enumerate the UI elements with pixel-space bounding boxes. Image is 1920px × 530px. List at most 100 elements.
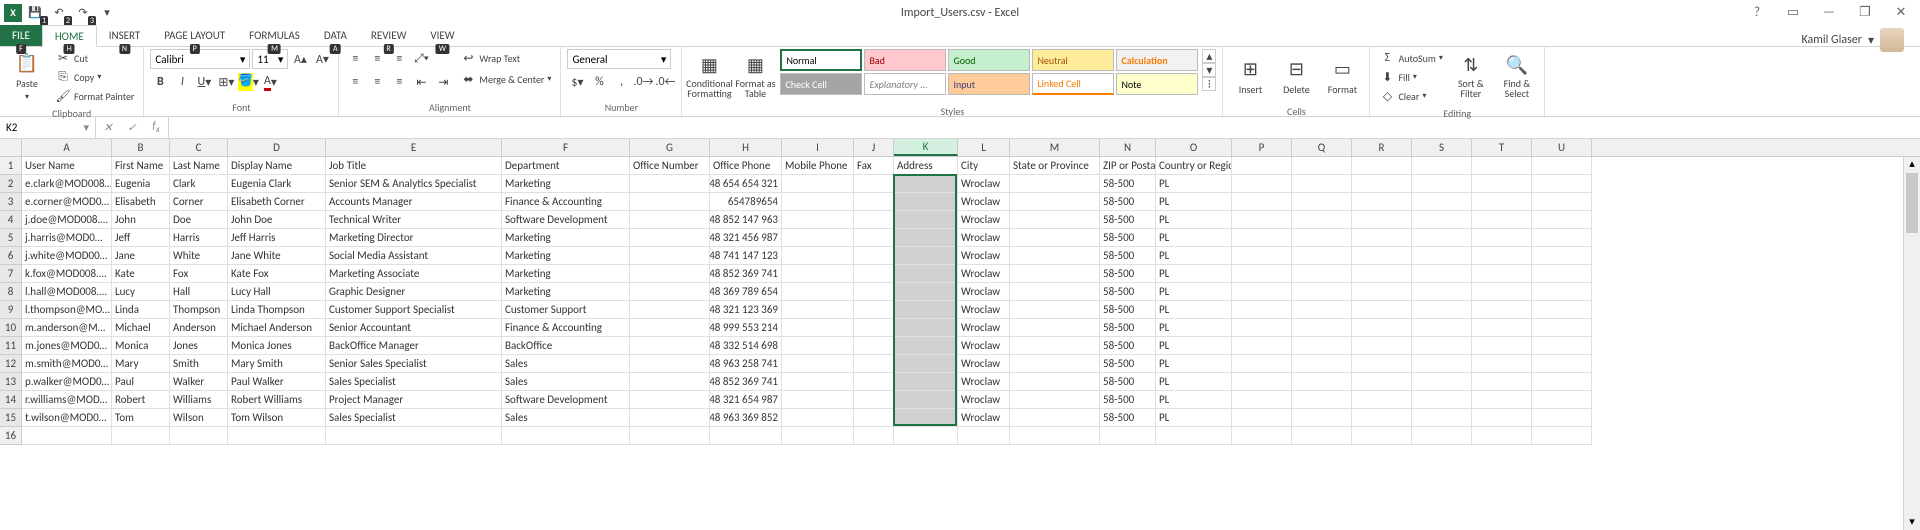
style-input[interactable]: Input [948, 73, 1030, 95]
cell[interactable]: Tom Wilson [228, 409, 326, 427]
cell[interactable] [1232, 427, 1292, 445]
cell[interactable] [1292, 337, 1352, 355]
conditional-formatting-button[interactable]: ▦Conditional Formatting [688, 49, 730, 103]
cell[interactable] [854, 355, 894, 373]
cell[interactable] [1472, 409, 1532, 427]
cell[interactable] [894, 247, 958, 265]
cell[interactable] [1472, 337, 1532, 355]
fill-color-button[interactable]: 🪣▾ [238, 72, 258, 92]
cell[interactable] [1232, 193, 1292, 211]
cell[interactable] [854, 283, 894, 301]
style-good[interactable]: Good [948, 49, 1030, 71]
cell[interactable]: Lucy Hall [228, 283, 326, 301]
cell[interactable]: Harris [170, 229, 228, 247]
cell[interactable] [1352, 211, 1412, 229]
cell[interactable] [1232, 319, 1292, 337]
style-bad[interactable]: Bad [864, 49, 946, 71]
format-painter-button[interactable]: 🖌Format Painter [52, 87, 137, 105]
cell[interactable]: 48 852 147 963 [710, 211, 782, 229]
cell[interactable]: PL [1156, 193, 1232, 211]
cell[interactable]: Wilson [170, 409, 228, 427]
style-linked-cell[interactable]: Linked Cell [1032, 73, 1114, 95]
cell[interactable] [1010, 373, 1100, 391]
cell[interactable] [1010, 337, 1100, 355]
cell[interactable] [630, 211, 710, 229]
cell[interactable] [1352, 229, 1412, 247]
cell[interactable] [1532, 175, 1592, 193]
cell[interactable]: Wroclaw [958, 247, 1010, 265]
cell[interactable]: 48 963 258 741 [710, 355, 782, 373]
cell[interactable] [1532, 301, 1592, 319]
cell[interactable] [1412, 247, 1472, 265]
fx-button[interactable]: fx [144, 117, 168, 138]
cell[interactable]: 58-500 [1100, 193, 1156, 211]
cell[interactable] [782, 391, 854, 409]
cell[interactable] [1156, 427, 1232, 445]
cell[interactable]: 58-500 [1100, 247, 1156, 265]
cell[interactable] [1532, 265, 1592, 283]
cell[interactable]: Office Number [630, 157, 710, 175]
cell[interactable] [630, 409, 710, 427]
cell[interactable] [170, 427, 228, 445]
cell[interactable] [1292, 391, 1352, 409]
tab-home[interactable]: HOMEH [42, 25, 97, 47]
cell[interactable] [1352, 265, 1412, 283]
cell[interactable]: Tom [112, 409, 170, 427]
column-header-M[interactable]: M [1010, 139, 1100, 156]
find-select-button[interactable]: 🔍Find & Select [1496, 49, 1538, 103]
cell[interactable] [854, 409, 894, 427]
cell[interactable] [1232, 373, 1292, 391]
cell[interactable]: Mary Smith [228, 355, 326, 373]
column-header-A[interactable]: A [22, 139, 112, 156]
cell[interactable]: 58-500 [1100, 265, 1156, 283]
cell[interactable]: Wroclaw [958, 373, 1010, 391]
copy-button[interactable]: ⎘Copy▾ [52, 68, 137, 86]
row-header-14[interactable]: 14 [0, 391, 21, 409]
cell[interactable]: Linda Thompson [228, 301, 326, 319]
cell[interactable] [1472, 211, 1532, 229]
cell[interactable] [1010, 211, 1100, 229]
align-left-button[interactable]: ≡ [345, 72, 365, 92]
wrap-text-button[interactable]: ↩Wrap Text [457, 49, 554, 67]
cell[interactable] [1232, 337, 1292, 355]
cell[interactable] [854, 337, 894, 355]
cell[interactable] [710, 427, 782, 445]
cell[interactable]: e.clark@MOD008… [22, 175, 112, 193]
cell[interactable]: Kate [112, 265, 170, 283]
column-header-K[interactable]: K [894, 139, 958, 156]
cell[interactable] [1412, 211, 1472, 229]
cell[interactable]: State or Province [1010, 157, 1100, 175]
cell[interactable]: 58-500 [1100, 175, 1156, 193]
cell[interactable] [1232, 301, 1292, 319]
cell[interactable] [782, 427, 854, 445]
merge-center-button[interactable]: ⬌Merge & Center▾ [457, 70, 554, 88]
cell[interactable] [894, 229, 958, 247]
cell[interactable]: Monica [112, 337, 170, 355]
cell[interactable] [1232, 175, 1292, 193]
cell[interactable] [1010, 265, 1100, 283]
cell[interactable]: Jane [112, 247, 170, 265]
cell[interactable] [1472, 193, 1532, 211]
style-check-cell[interactable]: Check Cell [780, 73, 862, 95]
row-header-8[interactable]: 8 [0, 283, 21, 301]
cell[interactable]: Wroclaw [958, 283, 1010, 301]
column-header-T[interactable]: T [1472, 139, 1532, 156]
align-right-button[interactable]: ≡ [389, 72, 409, 92]
cell[interactable]: r.williams@MOD… [22, 391, 112, 409]
cell[interactable] [1532, 409, 1592, 427]
cell[interactable] [1352, 175, 1412, 193]
cell[interactable] [782, 337, 854, 355]
redo-button[interactable]: ↷3 [72, 2, 94, 24]
underline-button[interactable]: U▾ [194, 72, 214, 92]
cell[interactable]: l.hall@MOD008.… [22, 283, 112, 301]
cell[interactable]: 58-500 [1100, 391, 1156, 409]
cell[interactable]: User Name [22, 157, 112, 175]
row-header-1[interactable]: 1 [0, 157, 21, 175]
cell[interactable]: PL [1156, 265, 1232, 283]
cell[interactable]: Social Media Assistant [326, 247, 502, 265]
cell[interactable] [894, 337, 958, 355]
cell[interactable] [854, 229, 894, 247]
cell[interactable]: Smith [170, 355, 228, 373]
cell[interactable] [1010, 319, 1100, 337]
cell[interactable]: m.smith@MOD0… [22, 355, 112, 373]
